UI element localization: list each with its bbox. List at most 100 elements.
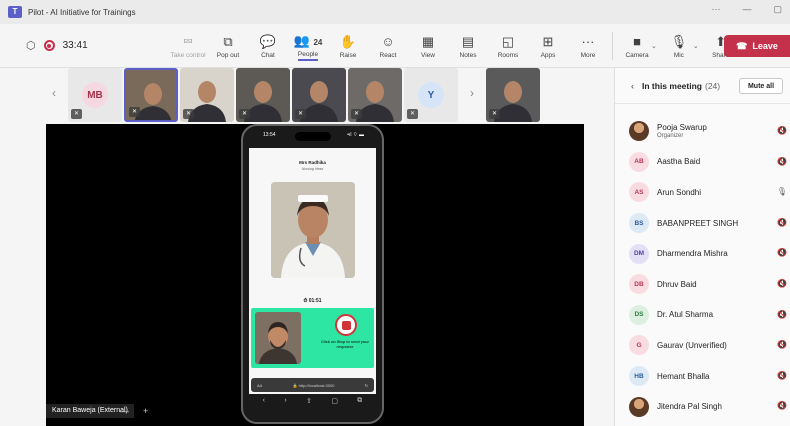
- participant-row[interactable]: DM Dharmendra Mishra 🔇: [615, 238, 790, 269]
- user-camera-preview: [255, 312, 301, 364]
- participant-row[interactable]: Jitendra Pal Singh 🔇: [615, 391, 790, 422]
- raise-button[interactable]: ✋ Raise: [328, 24, 368, 68]
- phone-hangup-icon: ☎: [736, 40, 748, 51]
- gallery-tile[interactable]: ✕: [236, 68, 290, 122]
- participant-name: Jitendra Pal Singh: [657, 402, 722, 412]
- participant-avatar: BS: [629, 213, 649, 234]
- gallery-tile[interactable]: MB ✕: [68, 68, 122, 122]
- shield-icon[interactable]: ⬡: [26, 39, 36, 52]
- response-recorder-panel: Click on Stop to send your response: [251, 308, 374, 368]
- participant-avatar: [629, 396, 649, 417]
- mic-muted-icon[interactable]: 🔇: [777, 279, 787, 288]
- participant-row[interactable]: G Gaurav (Unverified) 🔇: [615, 330, 790, 361]
- mute-all-button[interactable]: Mute all: [739, 78, 783, 94]
- participant-avatar: MB: [82, 82, 108, 108]
- gallery-tile[interactable]: Y ✕: [404, 68, 458, 122]
- countdown-timer: ⏱ 01:51: [249, 298, 376, 304]
- raise-label: Raise: [339, 52, 357, 59]
- forward-icon[interactable]: ›: [284, 397, 286, 405]
- participant-info: Pooja Swarup Organizer: [657, 123, 707, 139]
- minimize-icon[interactable]: —: [742, 4, 751, 15]
- chat-label: Chat: [261, 52, 275, 59]
- stop-recording-button[interactable]: [335, 314, 357, 336]
- take-control-button[interactable]: ⮹ Take control: [168, 24, 208, 68]
- gallery-tile[interactable]: ✕: [180, 68, 234, 122]
- agent-role: Nursing Head: [301, 167, 324, 171]
- people-icon: 👥 24: [293, 32, 323, 48]
- mic-muted-icon[interactable]: 🔇: [777, 401, 787, 410]
- mic-muted-icon[interactable]: 🔇: [777, 371, 787, 380]
- teams-meeting-window: T Pilot - AI Initiative for Trainings ··…: [0, 0, 790, 426]
- gallery-prev-icon[interactable]: ‹: [52, 86, 56, 100]
- more-button[interactable]: ··· More: [568, 24, 608, 68]
- participant-row[interactable]: AS Arun Sondhi 🎙: [615, 177, 790, 208]
- take-control-label: Take control: [170, 52, 206, 59]
- mic-muted-icon[interactable]: 🔇: [777, 218, 787, 227]
- camera-icon: ■: [633, 34, 641, 49]
- gallery-next-icon[interactable]: ›: [470, 86, 474, 100]
- participant-name: Aastha Baid: [657, 157, 701, 167]
- gallery-tile[interactable]: ✕: [124, 68, 178, 122]
- mic-muted-icon[interactable]: 🔇: [777, 310, 787, 319]
- participant-row[interactable]: DB Dhruv Baid 🔇: [615, 269, 790, 300]
- chat-icon: 💬: [259, 34, 277, 49]
- muted-mic-icon: ✕: [489, 109, 500, 119]
- phone-notch: [295, 132, 331, 141]
- people-button[interactable]: 👥 24 People: [288, 24, 328, 68]
- browser-nav-bar: ‹ › ⇧ ▢ ⧉: [253, 397, 372, 405]
- apps-button[interactable]: ⊞ Apps: [528, 24, 568, 68]
- participant-avatar: HB: [629, 366, 649, 387]
- mic-muted-icon[interactable]: 🔇: [777, 126, 787, 135]
- participant-row[interactable]: BS BABANPREET SINGH 🔇: [615, 208, 790, 239]
- meeting-toolbar: ⬡ 33:41 ⮹ Take control ⧉ Pop out 💬 Chat 👥 24 Pe…: [0, 24, 790, 68]
- notes-button[interactable]: ▤ Notes: [448, 24, 488, 68]
- chat-button[interactable]: 💬 Chat: [248, 24, 288, 68]
- mic-icon: 🎙: [670, 34, 688, 49]
- browser-url-bar[interactable]: AA 🔒 http://localhost:3000 ↻: [251, 378, 374, 392]
- participant-row[interactable]: HB Hemant Bhalla 🔇: [615, 361, 790, 392]
- pop-out-button[interactable]: ⧉ Pop out: [208, 24, 248, 68]
- maximize-icon[interactable]: ▢: [773, 4, 782, 15]
- url-text: 🔒 http://localhost:3000: [292, 382, 335, 388]
- stop-hint-text: Click on Stop to send your response: [320, 340, 370, 349]
- user-portrait-icon: [255, 312, 301, 364]
- muted-mic-icon: ✕: [239, 109, 250, 119]
- back-icon[interactable]: ‹: [263, 397, 265, 405]
- gallery-tile[interactable]: ✕: [292, 68, 346, 122]
- participant-role: Organizer: [657, 133, 684, 140]
- more-label: More: [580, 52, 596, 59]
- mic-muted-icon[interactable]: 🔇: [777, 248, 787, 257]
- more-icon: ···: [581, 34, 595, 49]
- gallery-tile[interactable]: ✕: [486, 68, 540, 122]
- view-icon: ▦: [421, 34, 435, 49]
- text-size-icon[interactable]: AA: [257, 383, 262, 388]
- apps-icon: ⊞: [542, 34, 554, 49]
- react-label: React: [379, 52, 397, 59]
- back-arrow-icon[interactable]: ‹: [631, 81, 634, 91]
- view-button[interactable]: ▦ View: [408, 24, 448, 68]
- camera-options-chevron-down-icon[interactable]: ⌄: [651, 42, 657, 50]
- gallery-tile[interactable]: ✕: [348, 68, 402, 122]
- participant-row[interactable]: Pooja Swarup Organizer 🔇: [615, 116, 790, 147]
- zoom-in-icon[interactable]: +: [143, 406, 148, 416]
- participant-avatar: AB: [629, 151, 649, 172]
- bookmarks-icon[interactable]: ▢: [331, 397, 338, 405]
- mic-muted-icon[interactable]: 🔇: [777, 157, 787, 166]
- stopwatch-icon: ⏱: [303, 298, 308, 304]
- react-icon: ☺: [381, 34, 395, 49]
- participant-row[interactable]: AB Aastha Baid 🔇: [615, 147, 790, 178]
- video-gallery: ‹ › MB ✕ ✕ ✕ ✕ ✕ ✕ Y ✕ ✕: [46, 68, 584, 124]
- participant-row[interactable]: DS Dr. Atul Sharma 🔇: [615, 300, 790, 331]
- tabs-icon[interactable]: ⧉: [357, 397, 362, 405]
- share-icon[interactable]: ⇧: [306, 397, 312, 405]
- mic-muted-icon[interactable]: 🔇: [777, 340, 787, 349]
- react-button[interactable]: ☺ React: [368, 24, 408, 68]
- reload-icon[interactable]: ↻: [365, 383, 368, 388]
- mic-options-chevron-down-icon[interactable]: ⌄: [693, 42, 699, 50]
- mic-on-icon[interactable]: 🎙: [777, 187, 787, 196]
- more-options-icon[interactable]: ···: [711, 4, 720, 15]
- leave-button[interactable]: ☎ Leave: [724, 35, 790, 57]
- participant-name: Arun Sondhi: [657, 187, 702, 197]
- rooms-button[interactable]: ◱ Rooms: [488, 24, 528, 68]
- zoom-out-icon[interactable]: —: [120, 406, 129, 416]
